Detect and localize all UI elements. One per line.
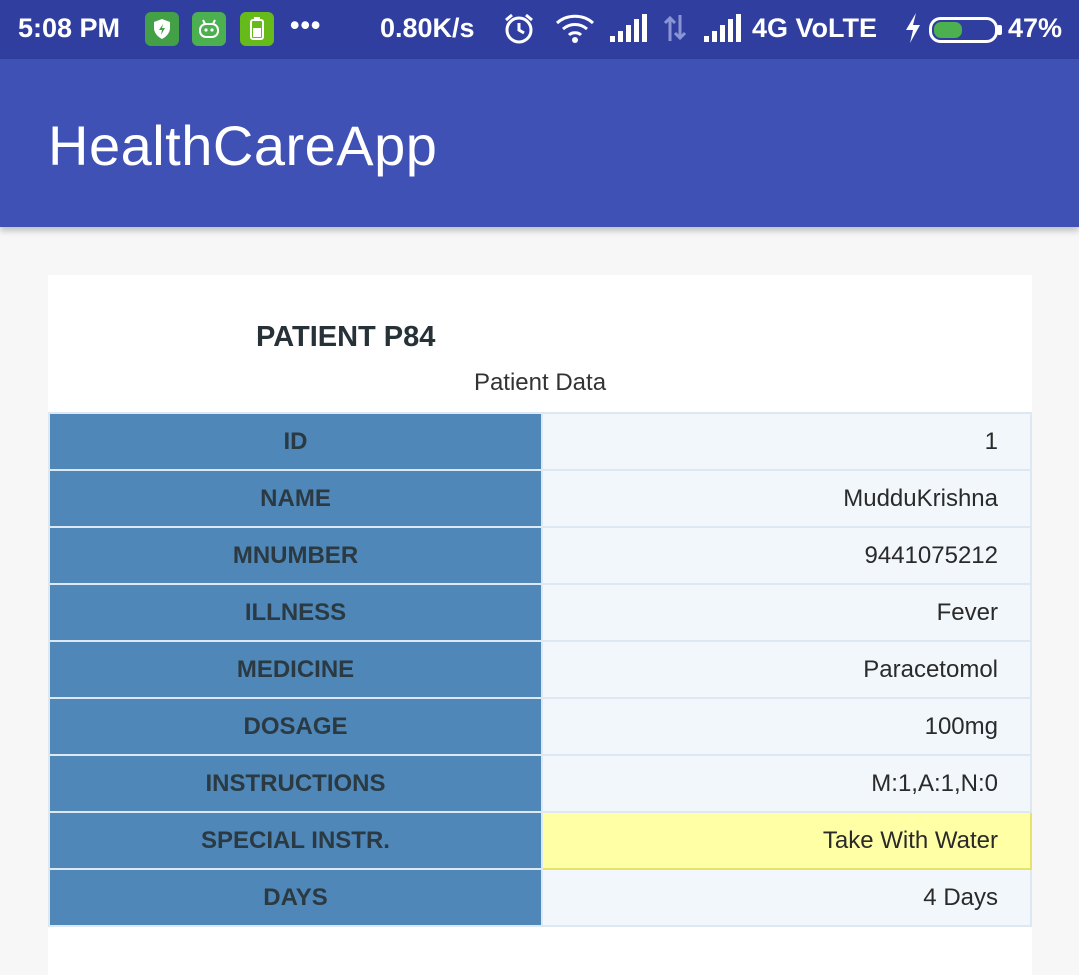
battery-percent: 47% [1008, 13, 1063, 43]
more-notifications-icon: ••• [290, 10, 322, 40]
signal-icon [608, 14, 648, 49]
table-row: DAYS 4 Days [48, 868, 1032, 927]
network-type: 4G VoLTE [752, 13, 878, 43]
row-value: 100mg [541, 697, 1032, 756]
row-value: 4 Days [541, 868, 1032, 927]
alarm-icon [502, 12, 536, 53]
net-speed: 0.80K/s [380, 13, 475, 43]
table-row: DOSAGE 100mg [48, 697, 1032, 756]
table-row: SPECIAL INSTR. Take With Water [48, 811, 1032, 870]
row-value: MudduKrishna [541, 469, 1032, 528]
row-label: DAYS [48, 868, 543, 927]
row-value: 9441075212 [541, 526, 1032, 585]
table-row: MEDICINE Paracetomol [48, 640, 1032, 699]
app-title: HealthCareApp [48, 114, 438, 177]
row-label: MNUMBER [48, 526, 543, 585]
row-label: DOSAGE [48, 697, 543, 756]
table-caption: Patient Data [473, 369, 607, 396]
row-label: ID [48, 412, 543, 471]
battery-app-icon [240, 12, 274, 46]
patient-title: PATIENT P84 [256, 321, 436, 353]
table-row: NAME MudduKrishna [48, 469, 1032, 528]
table-row: MNUMBER 9441075212 [48, 526, 1032, 585]
app-bar: HealthCareApp [0, 59, 1079, 227]
charging-icon [903, 12, 923, 51]
status-time: 5:08 PM [18, 13, 121, 43]
battery-icon [929, 17, 1003, 50]
patient-card: PATIENT P84 Patient Data ID 1 NAME MudduKri… [48, 275, 1032, 975]
table-row: ID 1 [48, 412, 1032, 471]
row-value: Take With Water [541, 811, 1032, 870]
row-value: Fever [541, 583, 1032, 642]
row-label: MEDICINE [48, 640, 543, 699]
table-row: ILLNESS Fever [48, 583, 1032, 642]
status-bar: 5:08 PM ••• 0.80K/s 4G VoLTE 47% [0, 0, 1079, 59]
row-value: M:1,A:1,N:0 [541, 754, 1032, 813]
shield-icon [145, 12, 179, 46]
row-label: INSTRUCTIONS [48, 754, 543, 813]
signal-icon [702, 14, 742, 49]
row-label: SPECIAL INSTR. [48, 811, 543, 870]
row-value: Paracetomol [541, 640, 1032, 699]
row-label: ILLNESS [48, 583, 543, 642]
row-label: NAME [48, 469, 543, 528]
table-row: INSTRUCTIONS M:1,A:1,N:0 [48, 754, 1032, 813]
row-value: 1 [541, 412, 1032, 471]
data-transfer-icon [662, 14, 688, 49]
wifi-icon [555, 12, 595, 51]
patient-data-table: ID 1 NAME MudduKrishna MNUMBER 9441075212 ILLN… [48, 412, 1032, 927]
android-icon [192, 12, 226, 46]
